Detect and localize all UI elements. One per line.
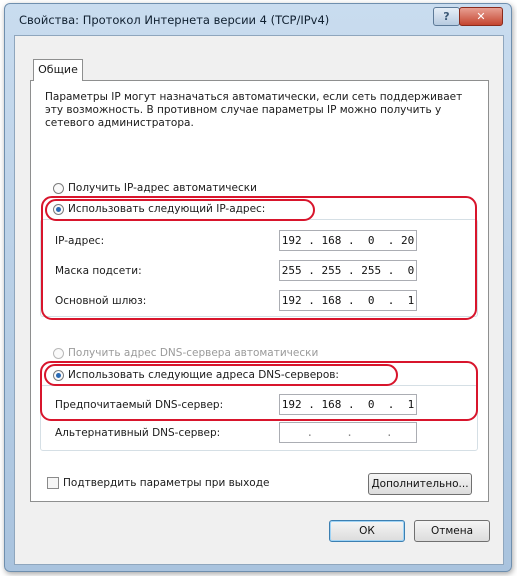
ip-manual-highlight [45,199,315,221]
validate-option[interactable]: Подтвердить параметры при выходе [47,476,269,492]
validate-checkbox[interactable] [47,477,59,489]
dns-auto-label: Получить адрес DNS-сервера автоматически [68,347,319,359]
cancel-button[interactable]: Отмена [414,520,490,542]
close-button[interactable]: ✕ [459,7,503,26]
description-text: Параметры IP могут назначаться автоматич… [45,91,463,129]
help-button[interactable]: ? [433,7,460,26]
alternate-dns-row: Альтернативный DNS-сервер: . . . [55,422,465,446]
dialog-client-area: Общие Параметры IP могут назначаться авт… [14,35,504,565]
alternate-dns-input[interactable]: . . . [279,422,417,443]
ip-auto-label: Получить IP-адрес автоматически [68,182,257,194]
title-bar[interactable]: Свойства: Протокол Интернета версии 4 (T… [5,4,511,34]
advanced-button[interactable]: Дополнительно... [368,473,472,495]
tab-panel-general: Параметры IP могут назначаться автоматич… [30,80,489,502]
tab-general[interactable]: Общие [33,59,83,81]
dialog-window: Свойства: Протокол Интернета версии 4 (T… [4,3,512,572]
alternate-dns-label: Альтернативный DNS-сервер: [55,427,221,439]
dns-auto-option[interactable]: Получить адрес DNS-сервера автоматически [53,346,318,362]
window-title: Свойства: Протокол Интернета версии 4 (T… [19,13,330,27]
ok-button[interactable]: ОК [329,520,405,542]
validate-label: Подтвердить параметры при выходе [63,477,270,489]
dns-auto-radio[interactable] [53,347,64,359]
ip-auto-radio[interactable] [53,182,64,194]
dns-manual-highlight [44,364,398,386]
ip-auto-option[interactable]: Получить IP-адрес автоматически [53,181,257,197]
